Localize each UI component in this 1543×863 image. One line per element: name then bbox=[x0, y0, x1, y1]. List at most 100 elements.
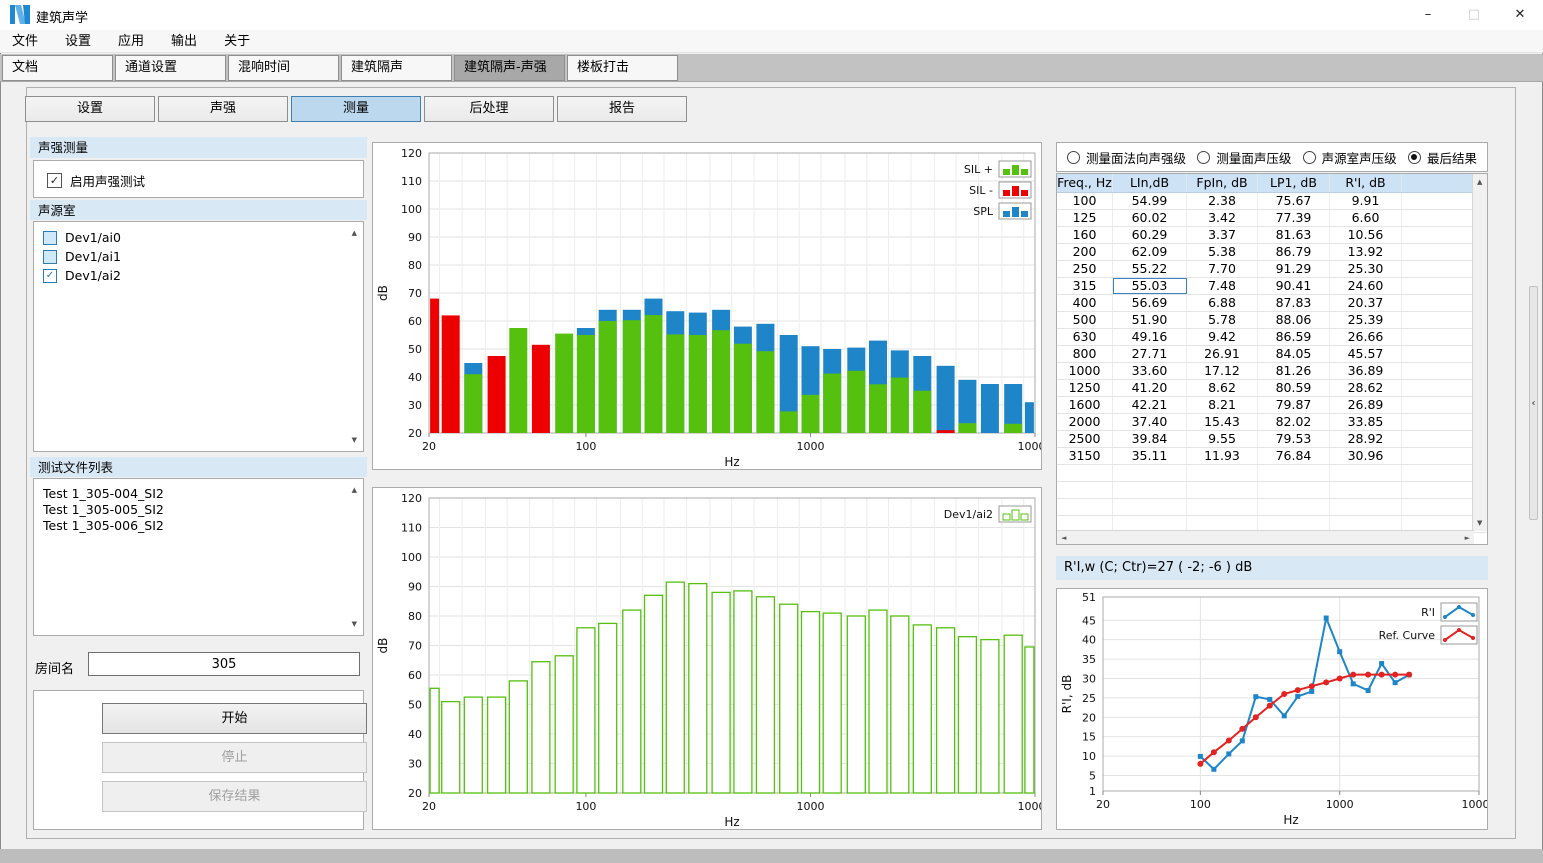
table-cell[interactable] bbox=[1402, 499, 1474, 515]
table-cell[interactable]: 6.60 bbox=[1330, 210, 1402, 226]
tab-建筑隔声-声强[interactable]: 建筑隔声-声强 bbox=[454, 55, 565, 81]
table-cell[interactable]: 62.09 bbox=[1113, 244, 1187, 260]
table-cell[interactable]: 9.42 bbox=[1187, 329, 1258, 345]
table-cell[interactable]: 81.63 bbox=[1258, 227, 1330, 243]
table-cell[interactable]: 77.39 bbox=[1258, 210, 1330, 226]
table-cell[interactable]: 1250 bbox=[1057, 380, 1113, 396]
column-header[interactable]: R'I, dB bbox=[1330, 174, 1402, 192]
table-cell[interactable] bbox=[1187, 499, 1258, 515]
table-cell[interactable] bbox=[1113, 499, 1187, 515]
table-cell[interactable]: 2000 bbox=[1057, 414, 1113, 430]
table-cell[interactable] bbox=[1402, 193, 1474, 209]
table-cell[interactable] bbox=[1330, 465, 1402, 481]
menu-item-应用[interactable]: 应用 bbox=[118, 30, 144, 53]
table-cell[interactable]: 39.84 bbox=[1113, 431, 1187, 447]
subtab-设置[interactable]: 设置 bbox=[25, 96, 155, 122]
scroll-down-icon[interactable]: ▼ bbox=[352, 620, 357, 628]
scroll-up-icon[interactable]: ▲ bbox=[352, 229, 357, 237]
table-cell[interactable] bbox=[1113, 482, 1187, 498]
table-cell[interactable]: 13.92 bbox=[1330, 244, 1402, 260]
table-cell[interactable]: 1600 bbox=[1057, 397, 1113, 413]
table-cell[interactable] bbox=[1057, 465, 1113, 481]
scroll-up-icon[interactable]: ▲ bbox=[1477, 178, 1482, 186]
table-cell[interactable] bbox=[1402, 482, 1474, 498]
table-cell[interactable] bbox=[1187, 465, 1258, 481]
table-cell[interactable]: 37.40 bbox=[1113, 414, 1187, 430]
scroll-left-icon[interactable]: ◄ bbox=[1061, 534, 1066, 542]
tab-建筑隔声[interactable]: 建筑隔声 bbox=[341, 55, 452, 81]
table-cell[interactable] bbox=[1187, 482, 1258, 498]
table-cell[interactable]: 88.06 bbox=[1258, 312, 1330, 328]
stop-button[interactable]: 停止 bbox=[102, 742, 367, 773]
subtab-后处理[interactable]: 后处理 bbox=[424, 96, 554, 122]
table-cell[interactable]: 54.99 bbox=[1113, 193, 1187, 209]
table-cell[interactable]: 3.37 bbox=[1187, 227, 1258, 243]
table-cell[interactable]: 84.05 bbox=[1258, 346, 1330, 362]
table-cell[interactable] bbox=[1402, 210, 1474, 226]
table-cell[interactable]: 10.56 bbox=[1330, 227, 1402, 243]
table-cell[interactable]: 5.78 bbox=[1187, 312, 1258, 328]
tab-混响时间[interactable]: 混响时间 bbox=[228, 55, 339, 81]
source-room-item[interactable]: ✓Dev1/ai2 bbox=[34, 266, 363, 285]
scroll-right-icon[interactable]: ► bbox=[1465, 534, 1470, 542]
subtab-测量[interactable]: 测量 bbox=[291, 96, 421, 122]
test-file-item[interactable]: Test 1_305-005_SI2 bbox=[34, 501, 363, 517]
table-cell[interactable] bbox=[1402, 227, 1474, 243]
table-cell[interactable] bbox=[1402, 261, 1474, 277]
table-cell[interactable]: 200 bbox=[1057, 244, 1113, 260]
table-cell[interactable]: 800 bbox=[1057, 346, 1113, 362]
menu-item-文件[interactable]: 文件 bbox=[12, 30, 38, 53]
table-cell[interactable]: 76.84 bbox=[1258, 448, 1330, 464]
table-cell[interactable] bbox=[1402, 397, 1474, 413]
table-cell[interactable]: 26.91 bbox=[1187, 346, 1258, 362]
table-cell[interactable]: 33.60 bbox=[1113, 363, 1187, 379]
table-cell[interactable]: 11.93 bbox=[1187, 448, 1258, 464]
table-cell[interactable]: 25.39 bbox=[1330, 312, 1402, 328]
table-cell[interactable]: 41.20 bbox=[1113, 380, 1187, 396]
table-cell[interactable]: 55.22 bbox=[1113, 261, 1187, 277]
table-cell[interactable]: 9.91 bbox=[1330, 193, 1402, 209]
table-cell[interactable]: 2.38 bbox=[1187, 193, 1258, 209]
table-cell[interactable]: 81.26 bbox=[1258, 363, 1330, 379]
table-cell[interactable]: 82.02 bbox=[1258, 414, 1330, 430]
table-cell[interactable]: 33.85 bbox=[1330, 414, 1402, 430]
test-file-item[interactable]: Test 1_305-006_SI2 bbox=[34, 517, 363, 533]
table-cell[interactable] bbox=[1402, 295, 1474, 311]
subtab-报告[interactable]: 报告 bbox=[557, 96, 687, 122]
table-cell[interactable]: 60.02 bbox=[1113, 210, 1187, 226]
table-cell[interactable]: 28.62 bbox=[1330, 380, 1402, 396]
table-cell[interactable]: 30.96 bbox=[1330, 448, 1402, 464]
table-cell[interactable] bbox=[1402, 414, 1474, 430]
table-cell[interactable]: 42.21 bbox=[1113, 397, 1187, 413]
table-cell[interactable] bbox=[1258, 482, 1330, 498]
table-cell[interactable] bbox=[1402, 465, 1474, 481]
table-cell[interactable] bbox=[1057, 482, 1113, 498]
channel-checkbox[interactable] bbox=[43, 231, 57, 245]
table-cell[interactable] bbox=[1258, 499, 1330, 515]
table-cell[interactable]: 45.57 bbox=[1330, 346, 1402, 362]
column-header[interactable]: LIn,dB bbox=[1113, 174, 1187, 192]
table-cell[interactable]: 8.21 bbox=[1187, 397, 1258, 413]
radio-button[interactable] bbox=[1197, 151, 1210, 164]
table-cell[interactable]: 315 bbox=[1057, 278, 1113, 294]
table-cell[interactable]: 86.79 bbox=[1258, 244, 1330, 260]
table-cell[interactable] bbox=[1330, 499, 1402, 515]
test-file-item[interactable]: Test 1_305-004_SI2 bbox=[34, 485, 363, 501]
table-cell[interactable]: 27.71 bbox=[1113, 346, 1187, 362]
table-cell[interactable]: 630 bbox=[1057, 329, 1113, 345]
table-cell[interactable] bbox=[1113, 465, 1187, 481]
scroll-up-icon[interactable]: ▲ bbox=[352, 486, 357, 494]
table-cell[interactable]: 5.38 bbox=[1187, 244, 1258, 260]
maximize-button[interactable]: □ bbox=[1451, 0, 1497, 30]
table-cell[interactable]: 400 bbox=[1057, 295, 1113, 311]
table-cell[interactable]: 91.29 bbox=[1258, 261, 1330, 277]
table-cell[interactable] bbox=[1402, 380, 1474, 396]
source-room-item[interactable]: Dev1/ai1 bbox=[34, 247, 363, 266]
table-cell[interactable]: 160 bbox=[1057, 227, 1113, 243]
table-cell[interactable] bbox=[1402, 329, 1474, 345]
table-cell[interactable]: 7.48 bbox=[1187, 278, 1258, 294]
table-cell[interactable] bbox=[1402, 363, 1474, 379]
tab-楼板打击[interactable]: 楼板打击 bbox=[567, 55, 678, 81]
table-cell[interactable]: 87.83 bbox=[1258, 295, 1330, 311]
menu-item-关于[interactable]: 关于 bbox=[224, 30, 250, 53]
